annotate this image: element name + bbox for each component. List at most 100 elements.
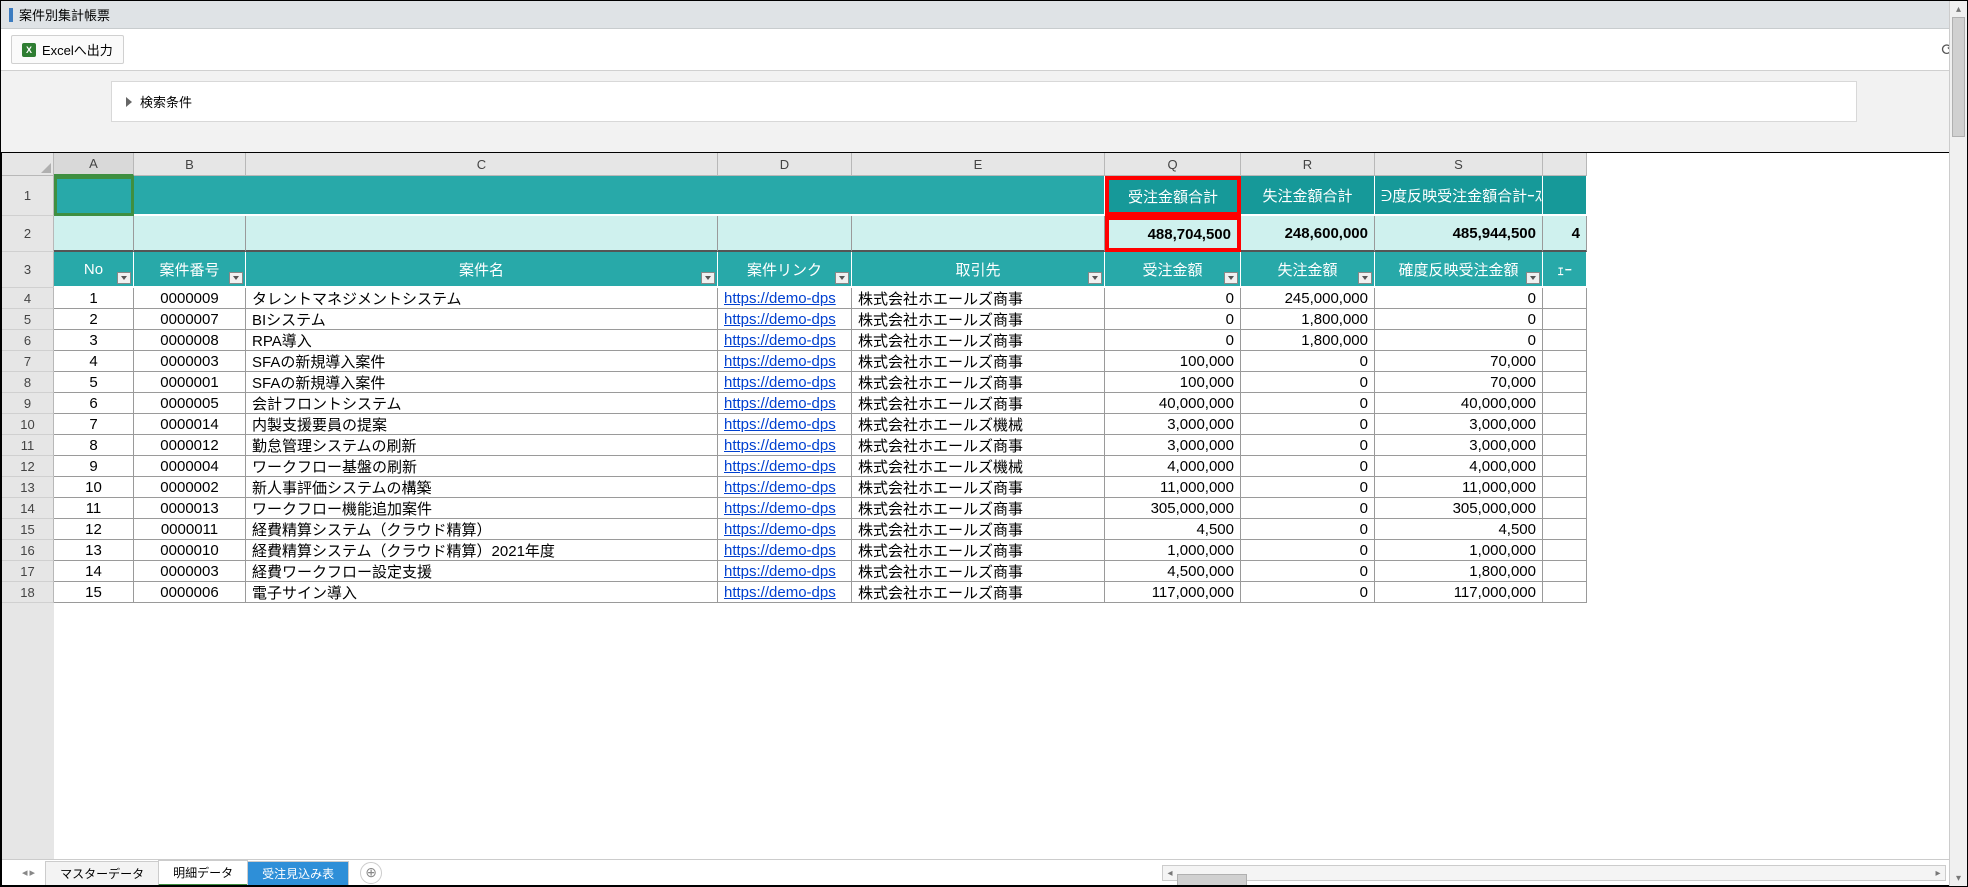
row-header-17[interactable]: 17	[2, 561, 54, 582]
row-header-16[interactable]: 16	[2, 540, 54, 561]
scroll-right-button[interactable]: ▸	[1931, 868, 1945, 879]
row-header-15[interactable]: 15	[2, 519, 54, 540]
cell-no: 2	[54, 309, 134, 330]
vscroll-thumb[interactable]	[1952, 17, 1965, 137]
cell-Q2-total-order: 488,704,500	[1105, 216, 1241, 252]
cell-link[interactable]: https://demo-dps	[718, 540, 852, 561]
cell-lost-amount: 0	[1241, 351, 1375, 372]
filter-button-案件名[interactable]	[701, 272, 715, 284]
cell-D2[interactable]	[718, 216, 852, 252]
header-案件リンク: 案件リンク	[718, 252, 852, 288]
row-header-8[interactable]: 8	[2, 372, 54, 393]
row-header-10[interactable]: 10	[2, 414, 54, 435]
col-header-A[interactable]: A	[54, 153, 134, 176]
table-row: 130000010経費精算システム（クラウド精算）2021年度https://d…	[54, 540, 1966, 561]
col-header-extra[interactable]	[1543, 153, 1587, 176]
row-header-4[interactable]: 4	[2, 288, 54, 309]
cell-order-amount: 4,500,000	[1105, 561, 1241, 582]
col-header-R[interactable]: R	[1241, 153, 1375, 176]
cell-extra	[1543, 540, 1587, 561]
cell-anken-name: 会計フロントシステム	[246, 393, 718, 414]
filter-button-受注金額[interactable]	[1224, 272, 1238, 284]
cell-no: 12	[54, 519, 134, 540]
row-header-18[interactable]: 18	[2, 582, 54, 603]
cell-no: 11	[54, 498, 134, 519]
cell-link[interactable]: https://demo-dps	[718, 498, 852, 519]
row-header-9[interactable]: 9	[2, 393, 54, 414]
tab-detail-data[interactable]: 明細データ	[158, 860, 248, 886]
cell-link[interactable]: https://demo-dps	[718, 372, 852, 393]
row-header-5[interactable]: 5	[2, 309, 54, 330]
cell-link[interactable]: https://demo-dps	[718, 330, 852, 351]
cell-reflected-amount: 0	[1375, 330, 1543, 351]
grid-scroll[interactable]: ABCDEQRS 受注金額合計失注金額合計ᕭ度反映受注金額合計ｰｽﾞ488,70…	[54, 153, 1966, 859]
filter-button-案件番号[interactable]	[229, 272, 243, 284]
cell-link[interactable]: https://demo-dps	[718, 393, 852, 414]
cell-B2[interactable]	[134, 216, 246, 252]
col-header-E[interactable]: E	[852, 153, 1105, 176]
col-header-C[interactable]: C	[246, 153, 718, 176]
cell-link[interactable]: https://demo-dps	[718, 477, 852, 498]
cell-reflected-amount: 11,000,000	[1375, 477, 1543, 498]
col-header-D[interactable]: D	[718, 153, 852, 176]
cell-A2[interactable]	[54, 216, 134, 252]
row-header-14[interactable]: 14	[2, 498, 54, 519]
cell-reflected-amount: 0	[1375, 309, 1543, 330]
row-header-13[interactable]: 13	[2, 477, 54, 498]
filter-button-案件リンク[interactable]	[835, 272, 849, 284]
col-header-B[interactable]: B	[134, 153, 246, 176]
filter-button-No[interactable]	[117, 272, 131, 284]
cell-link[interactable]: https://demo-dps	[718, 456, 852, 477]
cell-link[interactable]: https://demo-dps	[718, 351, 852, 372]
cell-order-amount: 3,000,000	[1105, 435, 1241, 456]
search-conditions-expander[interactable]: 検索条件	[111, 81, 1857, 122]
filter-button-失注金額[interactable]	[1358, 272, 1372, 284]
row-header-2[interactable]: 2	[2, 216, 54, 252]
cell-customer: 株式会社ホエールズ商事	[852, 477, 1105, 498]
app-window: 案件別集計帳票 X Excelへ出力 ⟳ 検索条件 12345678910111…	[0, 0, 1968, 887]
tab-forecast[interactable]: 受注見込み表	[247, 861, 349, 885]
row-header-1[interactable]: 1	[2, 176, 54, 216]
vscroll-track[interactable]	[1950, 17, 1967, 870]
cell-anken-num: 0000006	[134, 582, 246, 603]
hscroll-thumb[interactable]	[1177, 874, 1247, 886]
cell-link[interactable]: https://demo-dps	[718, 435, 852, 456]
cell-anken-num: 0000013	[134, 498, 246, 519]
col-header-S[interactable]: S	[1375, 153, 1543, 176]
cell-reflected-amount: 305,000,000	[1375, 498, 1543, 519]
add-sheet-button[interactable]: ⊕	[360, 862, 382, 884]
row-header-11[interactable]: 11	[2, 435, 54, 456]
table-row: 20000007BIシステムhttps://demo-dps株式会社ホエールズ商…	[54, 309, 1966, 330]
row-header-6[interactable]: 6	[2, 330, 54, 351]
cell-E2[interactable]	[852, 216, 1105, 252]
cell-link[interactable]: https://demo-dps	[718, 288, 852, 309]
row-header-3[interactable]: 3	[2, 252, 54, 288]
filter-button-確度反映受注金額[interactable]	[1526, 272, 1540, 284]
col-header-Q[interactable]: Q	[1105, 153, 1241, 176]
vertical-scrollbar[interactable]: ▴ ▾	[1949, 1, 1967, 886]
select-all-corner[interactable]	[2, 153, 54, 176]
filter-button-取引先[interactable]	[1088, 272, 1102, 284]
tab-master-data[interactable]: マスターデータ	[45, 861, 159, 885]
row-header-12[interactable]: 12	[2, 456, 54, 477]
cell-customer: 株式会社ホエールズ商事	[852, 288, 1105, 309]
cell-link[interactable]: https://demo-dps	[718, 414, 852, 435]
horizontal-scrollbar[interactable]: ◂ ▸	[1162, 865, 1946, 881]
cell-customer: 株式会社ホエールズ機械	[852, 456, 1105, 477]
cell-link[interactable]: https://demo-dps	[718, 309, 852, 330]
tab-nav-first[interactable]: ◂	[22, 866, 28, 879]
export-excel-button[interactable]: X Excelへ出力	[11, 35, 124, 64]
cell-anken-num: 0000007	[134, 309, 246, 330]
scroll-up-button[interactable]: ▴	[1950, 1, 1967, 17]
cell-extra	[1543, 372, 1587, 393]
cell-link[interactable]: https://demo-dps	[718, 519, 852, 540]
row-header-7[interactable]: 7	[2, 351, 54, 372]
header-案件名: 案件名	[246, 252, 718, 288]
cell-link[interactable]: https://demo-dps	[718, 561, 852, 582]
scroll-left-button[interactable]: ◂	[1163, 868, 1177, 879]
tab-nav-next[interactable]: ▸	[30, 866, 36, 879]
cell-C2[interactable]	[246, 216, 718, 252]
cell-A1[interactable]	[54, 176, 134, 216]
scroll-down-button[interactable]: ▾	[1950, 870, 1967, 886]
cell-link[interactable]: https://demo-dps	[718, 582, 852, 603]
